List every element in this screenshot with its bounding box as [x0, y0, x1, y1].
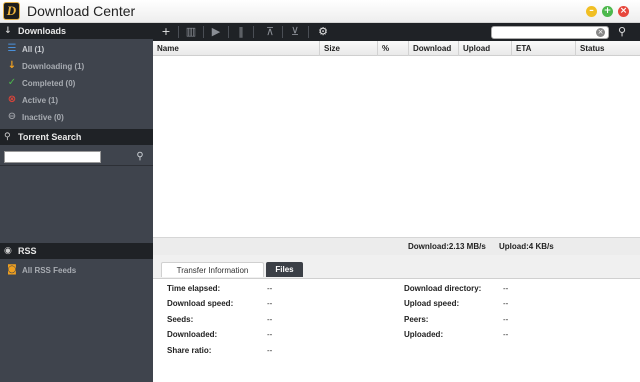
- rss-header-label: RSS: [18, 246, 37, 256]
- toolbar-divider: [178, 26, 179, 38]
- rss-icon: ◙: [7, 264, 17, 275]
- column-header-status[interactable]: Status: [575, 41, 640, 56]
- column-header-name[interactable]: Name: [153, 41, 319, 56]
- close-button[interactable]: ×: [618, 6, 629, 17]
- total-download-speed: Download:2.13 MB/s: [408, 242, 486, 251]
- sidebar-item-inactive[interactable]: ⊖ Inactive (0): [0, 109, 153, 126]
- sidebar-item-label: All RSS Feeds: [22, 266, 77, 275]
- download-directory-label: Download directory:: [404, 284, 482, 293]
- download-speed-value: --: [267, 299, 273, 308]
- torrent-search-button[interactable]: ⚲: [133, 150, 147, 164]
- sidebar-item-label: Active (1): [22, 96, 59, 105]
- download-directory-value: --: [503, 284, 509, 293]
- share-ratio-value: --: [267, 346, 273, 355]
- peers-label: Peers:: [404, 315, 429, 324]
- seeds-value: --: [267, 315, 273, 324]
- column-header-eta[interactable]: ETA: [511, 41, 575, 56]
- download-speed-label: Download speed:: [167, 299, 234, 308]
- download-arrow-icon: ↓: [4, 26, 12, 36]
- sidebar-item-downloading[interactable]: ↓ Downloading (1): [0, 58, 153, 75]
- check-icon: ✓: [7, 77, 17, 88]
- add-icon[interactable]: +: [159, 25, 173, 39]
- uploaded-value: --: [503, 330, 509, 339]
- sidebar-item-label: Completed (0): [22, 79, 76, 88]
- torrent-search-input[interactable]: [4, 151, 101, 163]
- toolbar-divider: [228, 26, 229, 38]
- column-header-percent[interactable]: %: [377, 41, 408, 56]
- tab-files[interactable]: Files: [266, 262, 303, 277]
- start-icon[interactable]: ▶: [209, 25, 223, 39]
- delete-icon[interactable]: ▥: [184, 25, 198, 39]
- total-upload-speed: Upload:4 KB/s: [499, 242, 554, 251]
- tab-transfer-information[interactable]: Transfer Information: [161, 262, 264, 277]
- toolbar-search-button[interactable]: ⚲: [615, 25, 629, 39]
- downloaded-label: Downloaded:: [167, 330, 218, 339]
- upload-speed-label: Upload speed:: [404, 299, 460, 308]
- share-ratio-label: Share ratio:: [167, 346, 212, 355]
- divider: [0, 165, 153, 166]
- downloads-header-label: Downloads: [18, 26, 67, 36]
- detail-tabs: Transfer Information Files: [153, 255, 640, 278]
- settings-icon[interactable]: ⚙: [316, 25, 330, 39]
- torrent-table[interactable]: [153, 56, 640, 237]
- clear-icon[interactable]: ×: [596, 28, 605, 37]
- toolbar-divider: [253, 26, 254, 38]
- seeds-label: Seeds:: [167, 315, 194, 324]
- rss-header-icon: ◉: [4, 246, 12, 256]
- toolbar-divider: [282, 26, 283, 38]
- sidebar-item-all-rss-feeds[interactable]: ◙ All RSS Feeds: [0, 262, 153, 279]
- pause-icon[interactable]: ‖: [234, 25, 248, 39]
- upload-speed-value: --: [503, 299, 509, 308]
- column-header-upload[interactable]: Upload: [458, 41, 511, 56]
- sidebar-item-label: Inactive (0): [22, 113, 64, 122]
- rss-header[interactable]: ◉ RSS: [0, 243, 153, 259]
- column-header-download[interactable]: Download: [408, 41, 458, 56]
- toolbar-search-field[interactable]: ×: [491, 26, 609, 39]
- peers-value: --: [503, 315, 509, 324]
- downloaded-value: --: [267, 330, 273, 339]
- uploaded-label: Uploaded:: [404, 330, 444, 339]
- table-header: Name Size % Download Upload ETA Status: [153, 41, 640, 56]
- downloads-header[interactable]: ↓ Downloads: [0, 23, 153, 39]
- transfer-status-bar: Download:2.13 MB/s Upload:4 KB/s: [153, 237, 640, 255]
- search-icon: ⚲: [4, 132, 11, 142]
- maximize-button[interactable]: +: [602, 6, 613, 17]
- app-logo-letter: D: [6, 3, 17, 18]
- torrent-search-header[interactable]: ⚲ Torrent Search: [0, 129, 153, 145]
- move-up-icon[interactable]: ⊼: [263, 25, 277, 39]
- time-elapsed-label: Time elapsed:: [167, 284, 221, 293]
- app-title: Download Center: [27, 3, 136, 19]
- title-bar: D Download Center – + ×: [0, 0, 640, 23]
- column-header-size[interactable]: Size: [319, 41, 377, 56]
- toolbar: + ▥ ▶ ‖ ⊼ ⊻ ⚙ × ⚲: [153, 23, 640, 41]
- active-icon: ⊗: [7, 94, 17, 105]
- sidebar-item-active[interactable]: ⊗ Active (1): [0, 92, 153, 109]
- list-icon: ☰: [7, 43, 17, 54]
- sidebar-item-all[interactable]: ☰ All (1): [0, 41, 153, 58]
- arrow-down-icon: ↓: [7, 60, 17, 71]
- time-elapsed-value: --: [267, 284, 273, 293]
- torrent-search-label: Torrent Search: [18, 132, 82, 142]
- move-down-icon[interactable]: ⊻: [288, 25, 302, 39]
- toolbar-divider: [203, 26, 204, 38]
- minimize-button[interactable]: –: [586, 6, 597, 17]
- transfer-information-panel: Time elapsed: -- Download speed: -- Seed…: [153, 278, 640, 382]
- sidebar-item-label: Downloading (1): [22, 62, 85, 71]
- inactive-icon: ⊖: [7, 111, 17, 122]
- sidebar-item-label: All (1): [22, 45, 45, 54]
- sidebar: ↓ Downloads ☰ All (1) ↓ Downloading (1) …: [0, 23, 153, 382]
- app-logo: D: [3, 2, 20, 20]
- sidebar-item-completed[interactable]: ✓ Completed (0): [0, 75, 153, 92]
- toolbar-divider: [308, 26, 309, 38]
